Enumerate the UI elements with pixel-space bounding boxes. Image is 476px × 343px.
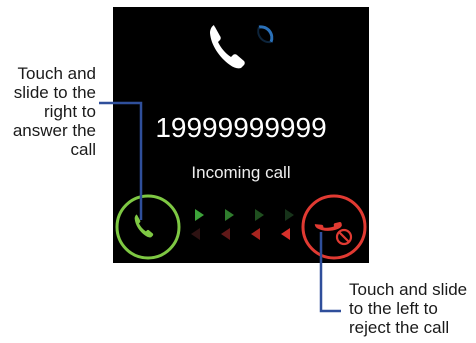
caller-number: 19999999999 bbox=[155, 112, 327, 143]
arrow-left-icon bbox=[191, 228, 200, 240]
arrow-left-icon bbox=[221, 228, 230, 240]
arrow-right-icon bbox=[255, 209, 264, 221]
call-status-label: Incoming call bbox=[191, 163, 291, 182]
accept-call-button[interactable] bbox=[114, 193, 182, 261]
arrow-left-icon bbox=[281, 228, 290, 240]
arrow-left-icon bbox=[251, 228, 260, 240]
answer-instruction-callout: Touch and slide to the right to answer t… bbox=[12, 64, 96, 159]
reject-instruction-callout: Touch and slide to the left to reject th… bbox=[349, 280, 468, 337]
swipe-arrows bbox=[191, 209, 294, 240]
signal-arc-icon bbox=[257, 25, 274, 44]
arrow-right-icon bbox=[285, 209, 294, 221]
phone-accept-icon bbox=[134, 214, 154, 238]
arrow-right-icon bbox=[195, 209, 204, 221]
reject-call-button[interactable] bbox=[300, 193, 368, 261]
block-icon bbox=[335, 228, 353, 246]
incoming-call-screen: 19999999999 Incoming call bbox=[113, 7, 369, 263]
arrow-right-icon bbox=[225, 209, 234, 221]
